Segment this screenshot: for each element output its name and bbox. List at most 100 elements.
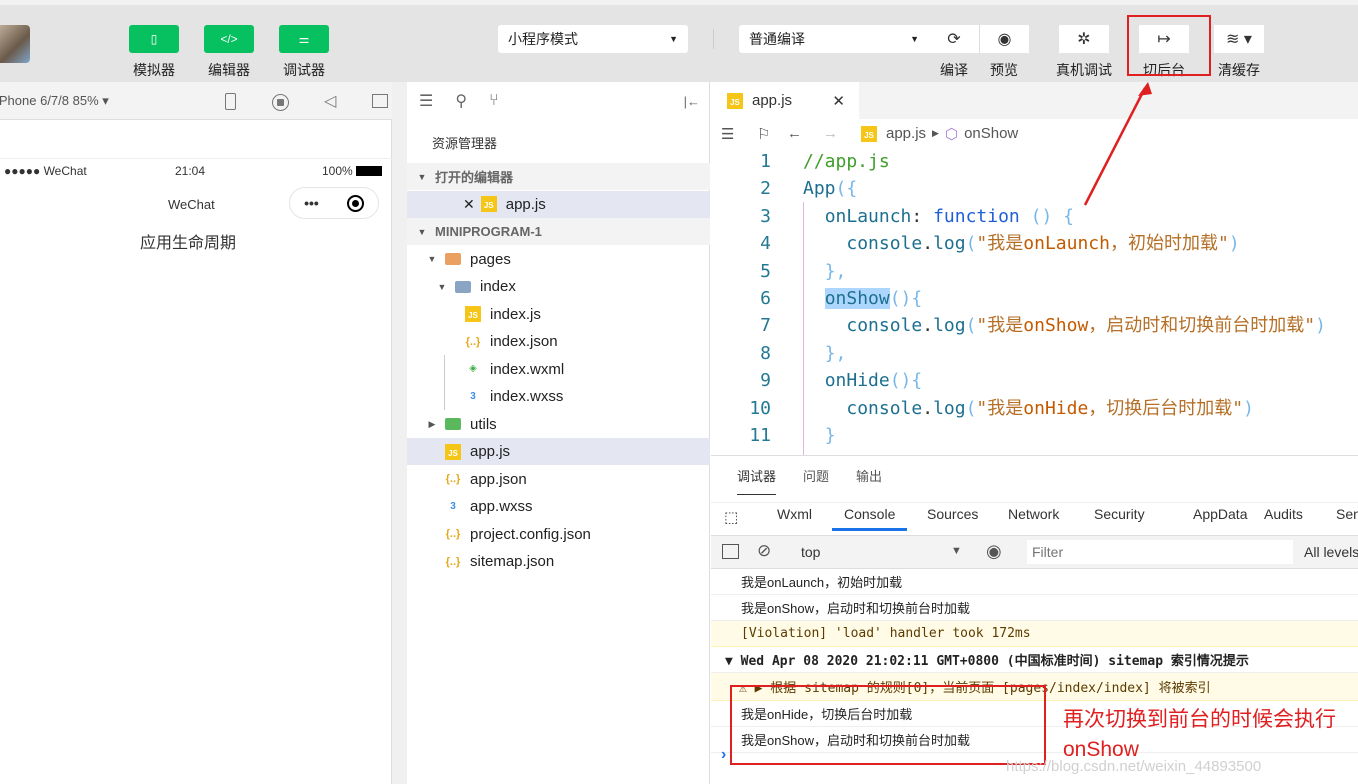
line-number: 3 (760, 205, 771, 227)
tree-item[interactable]: {..} app.json (407, 466, 710, 493)
breadcrumb-separator-icon: ▶ (932, 128, 939, 138)
sidebar-toggle-icon[interactable] (722, 544, 739, 559)
code-line[interactable]: 1 //app.js (711, 148, 1358, 175)
tree-section[interactable]: ▼ 打开的编辑器 (407, 163, 710, 190)
mode-button-2[interactable]: ⚌ (279, 25, 329, 53)
bookmark-icon[interactable]: ⚐ (757, 125, 787, 143)
list-icon[interactable]: ☰ (419, 91, 433, 111)
code-token: ，初始时加载" (1109, 233, 1229, 255)
close-miniprogram-icon[interactable] (346, 194, 364, 212)
refresh-icon: ⟳ (947, 31, 961, 48)
caret-icon[interactable]: ▼ (425, 254, 439, 264)
debugger-tab[interactable]: 问题 (803, 466, 829, 485)
console-prompt[interactable]: › (721, 746, 726, 764)
forward-arrow-icon[interactable]: → (823, 125, 861, 142)
debugger-tab[interactable]: 输出 (856, 466, 882, 485)
code-line[interactable]: 8 }, (711, 340, 1358, 367)
code-line[interactable]: 11 } (711, 422, 1358, 449)
code-line[interactable]: 6 onShow(){ (711, 285, 1358, 312)
mode-button-0[interactable]: ▯ (129, 25, 179, 53)
capsule-menu[interactable]: ••• (289, 187, 379, 219)
mode-select[interactable]: 小程序模式 ▼ (498, 25, 688, 53)
tree-item[interactable]: ▼ pages (407, 246, 710, 273)
code-line[interactable]: 2 App({ (711, 175, 1358, 202)
caret-icon[interactable]: ▼ (415, 172, 429, 182)
folderb-icon (455, 280, 471, 293)
editor-tab-app-js[interactable]: JS app.js ✕ (711, 82, 859, 119)
code-line[interactable]: 10 console.log("我是onHide，切换后台时加载") (711, 395, 1358, 422)
code-line[interactable]: 4 console.log("我是onLaunch，初始时加载") (711, 230, 1358, 257)
tree-item[interactable]: 3 app.wxss (407, 493, 710, 520)
code-line[interactable]: 5 }, (711, 258, 1358, 285)
caret-icon[interactable]: ▼ (435, 282, 449, 292)
levels-select[interactable]: All levels (1304, 544, 1358, 560)
search-icon[interactable]: ⚲ (455, 91, 467, 111)
tree-item[interactable]: {..} index.json (407, 328, 710, 355)
devtools-tab-appdata[interactable]: AppData (1193, 506, 1247, 522)
devtools-tab-audits[interactable]: Audits (1264, 506, 1303, 522)
action-label: 真机调试 (1056, 62, 1112, 78)
close-tab-icon[interactable]: ✕ (832, 92, 845, 110)
divider (713, 29, 714, 49)
console-filter-input[interactable] (1027, 540, 1293, 564)
tree-item[interactable]: {..} project.config.json (407, 521, 710, 548)
tree-item[interactable]: ▶ utils (407, 411, 710, 438)
tree-item[interactable]: JS app.js (407, 438, 710, 465)
code-token: ，切换后台时加载" (1088, 397, 1244, 419)
collapse-panel-icon[interactable]: |← (684, 94, 700, 109)
breadcrumb-symbol[interactable]: onShow (964, 125, 1018, 142)
action-label: 清缓存 (1218, 62, 1260, 78)
devtools-tab-security[interactable]: Security (1094, 506, 1145, 522)
device-select[interactable]: iPhone 6/7/8 85% ▾ (0, 93, 109, 109)
line-number: 1 (760, 151, 771, 172)
phone-screen: ●●●●● WeChat 21:04 100% WeChat ••• 应用生命周… (0, 158, 392, 784)
code-token: "我是 (976, 315, 1024, 337)
devtools-tab-network[interactable]: Network (1008, 506, 1059, 522)
eye-icon[interactable]: ◉ (986, 541, 1002, 562)
devtools-tab-sources[interactable]: Sources (927, 506, 978, 522)
tree-item[interactable]: 3 index.wxss (407, 383, 710, 410)
caret-icon[interactable]: ▶ (425, 419, 439, 430)
tree-item[interactable]: ✕ JS app.js (407, 190, 710, 218)
code-line[interactable]: 3 onLaunch: function () { (711, 203, 1358, 230)
back-arrow-icon[interactable]: ← (787, 125, 823, 142)
clear-console-icon[interactable]: ⊘ (757, 541, 771, 561)
bug-button[interactable]: ✲ (1059, 25, 1109, 53)
eye-button[interactable]: ◉ (979, 25, 1029, 53)
code-line[interactable]: 9 onHide(){ (711, 367, 1358, 394)
tree-section[interactable]: ▼ MINIPROGRAM-1 (407, 218, 710, 245)
refresh-button[interactable]: ⟳ (929, 25, 979, 53)
devtools-tab-sen[interactable]: Sen (1336, 506, 1358, 522)
devtools-tab-wxml[interactable]: Wxml (777, 506, 812, 522)
compile-select-value: 普通编译 (749, 31, 805, 47)
devtools-tab-console[interactable]: Console (832, 506, 908, 531)
tree-item[interactable]: ▼ index (407, 273, 710, 300)
debugger-tab[interactable]: 调试器 (737, 466, 777, 495)
caret-icon[interactable]: ▼ (415, 227, 429, 237)
code-line[interactable]: 7 console.log("我是onShow，启动时和切换前台时加载") (711, 312, 1358, 339)
outline-icon[interactable]: ☰ (721, 125, 757, 143)
popout-icon[interactable] (372, 94, 388, 108)
inspect-element-icon[interactable]: ⬚ (724, 508, 738, 526)
more-icon[interactable]: ••• (304, 195, 319, 211)
console-message: 我是onLaunch，初始时加载 (711, 569, 1358, 595)
status-carrier: ●●●●● WeChat (4, 164, 87, 178)
phone-icon[interactable] (225, 93, 236, 110)
mode-button-1[interactable]: </> (204, 25, 254, 53)
tree-item[interactable]: JS index.js (407, 301, 710, 328)
git-branch-icon[interactable]: ⑂ (489, 92, 499, 110)
breadcrumb-file[interactable]: app.js (886, 125, 926, 142)
compile-select[interactable]: 普通编译 ▼ (739, 25, 929, 53)
record-icon[interactable] (272, 94, 289, 111)
json-icon: {..} (445, 473, 461, 485)
tree-item[interactable]: ◈ index.wxml (407, 356, 710, 383)
context-select[interactable]: top (801, 544, 820, 560)
close-icon[interactable]: ✕ (463, 196, 475, 213)
layers-button[interactable]: ≋ ▾ (1214, 25, 1264, 53)
avatar[interactable] (0, 25, 30, 63)
wxml-icon: ◈ (469, 363, 477, 374)
tree-item[interactable]: {..} sitemap.json (407, 548, 710, 575)
volume-icon[interactable]: ◁ (324, 91, 336, 111)
dropdown-arrow-icon[interactable]: ▼ (951, 545, 962, 557)
